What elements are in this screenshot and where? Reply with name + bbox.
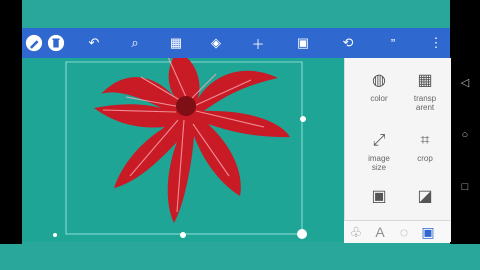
crop-button[interactable]: ⌗ crop [403,130,447,163]
text-icon[interactable]: A [372,224,388,240]
crop-icon: ⌗ [420,131,430,149]
image-icon: ▣ [371,187,387,205]
layers-icon[interactable]: ◈ [206,33,226,53]
resize-handle-corner[interactable] [297,229,307,239]
nav-recent-icon[interactable]: □ [458,180,472,194]
image-size-label: image size [368,154,390,172]
bottom-bar [0,244,480,270]
resize-handle-bottom[interactable] [180,232,186,238]
zoom-icon[interactable]: ⌕ [125,33,145,53]
right-phone-frame: ◁ ○ □ [450,0,480,244]
image-size-button[interactable]: ⤢ image size [357,130,401,172]
more-icon[interactable]: ⋮ [426,33,446,53]
side-panel: ◍ color ▦ transp arent ⤢ image size ⌗ cr… [344,58,451,242]
canvas-area[interactable] [22,51,344,242]
gallery-button[interactable]: ◪ [403,186,447,210]
flower-image [65,51,303,235]
gallery-icon: ◪ [417,187,433,205]
sticker-icon[interactable]: ♧ [348,224,364,240]
resize-icon: ⤢ [372,131,386,149]
shape-icon[interactable]: ◌ [396,224,412,240]
add-icon[interactable]: ＋ [248,33,268,53]
resize-handle-left[interactable] [53,233,57,237]
undo-icon[interactable]: ↶ [84,33,104,53]
pencil-icon[interactable] [24,33,44,53]
top-toolbar: ↶ ⌕ ▦ ◈ ＋ ▣ ⟲ ” ⋮ [22,28,450,58]
quote-icon[interactable]: ” [383,33,403,53]
resize-handle-right[interactable] [300,116,306,122]
color-label: color [370,94,388,103]
nav-back-icon[interactable]: ◁ [458,76,472,90]
crop-label: crop [417,154,433,163]
grid-icon[interactable]: ▦ [166,33,186,53]
nav-home-icon[interactable]: ○ [458,128,472,142]
save-icon[interactable]: ▣ [293,33,313,53]
paint-bucket-icon: ◍ [372,71,386,89]
layers-tool-icon[interactable]: ▣ [420,224,436,240]
image-button[interactable]: ▣ [357,186,401,210]
bottom-tools: ♧ A ◌ ▣ [344,220,450,243]
trash-icon[interactable] [46,33,66,53]
checkerboard-icon: ▦ [417,71,433,89]
color-button[interactable]: ◍ color [357,70,401,103]
left-phone-frame [0,0,22,244]
transparent-button[interactable]: ▦ transp arent [403,70,447,112]
share-icon[interactable]: ⟲ [338,33,358,53]
transparent-label: transp arent [413,94,437,112]
